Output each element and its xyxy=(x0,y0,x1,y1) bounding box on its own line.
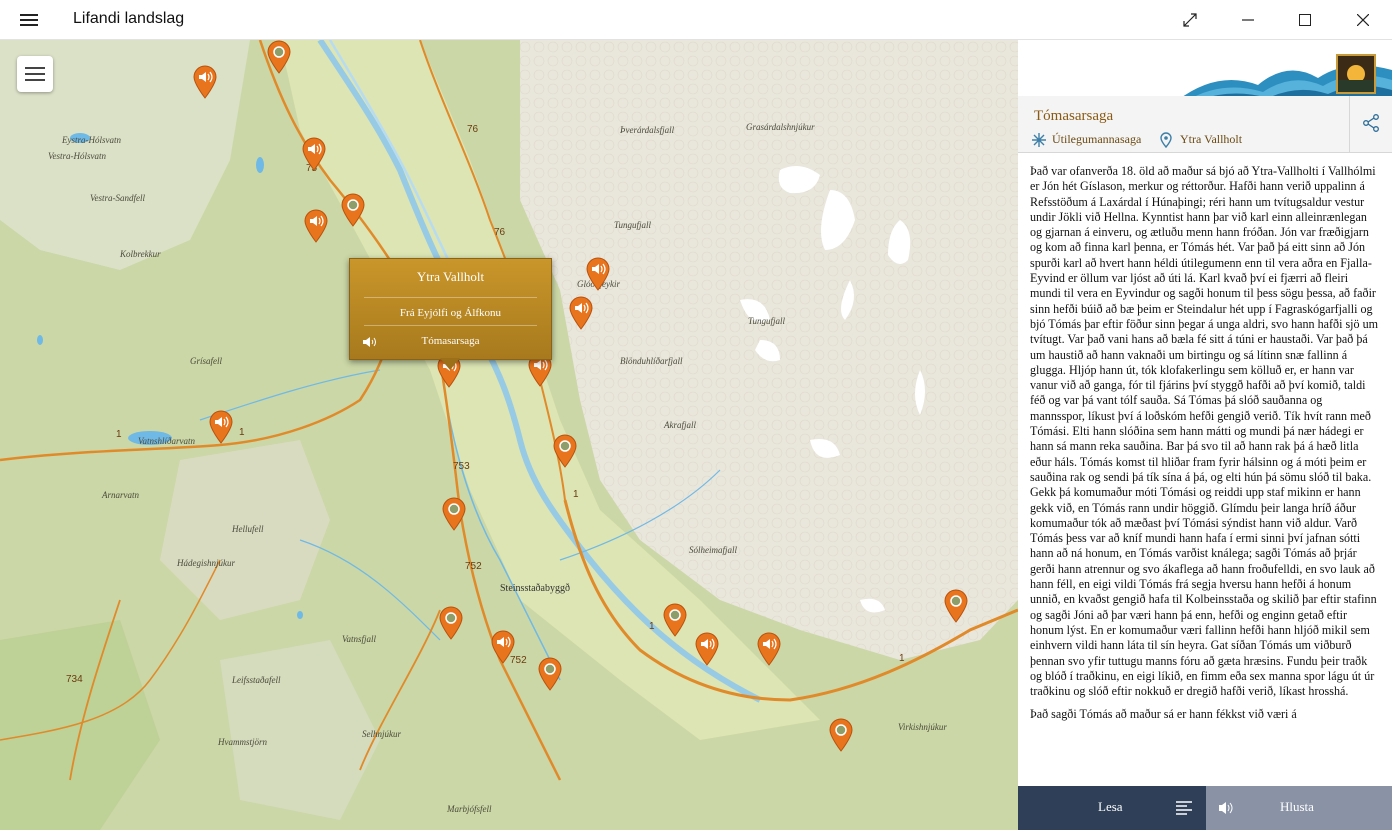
fullscreen-button[interactable] xyxy=(1161,0,1219,40)
road-number: 752 xyxy=(465,561,482,572)
title-bar: Lifandi landslag xyxy=(0,0,1392,40)
map-label-place: Hvammstjörn xyxy=(218,737,267,747)
map-label-place: Arnarvatn xyxy=(102,490,139,500)
read-button[interactable]: Lesa xyxy=(1018,786,1206,830)
map-label-place: Eystra-Hólsvatn xyxy=(62,135,121,145)
expand-icon xyxy=(1183,13,1197,27)
map-label-place: Marbjófsfell xyxy=(447,804,492,814)
audio-marker-icon[interactable] xyxy=(586,257,610,291)
place-popup: Ytra Vallholt Frá Eyjólfi og Álfkonu Tóm… xyxy=(349,258,552,370)
app-logo xyxy=(1336,54,1376,94)
map-view[interactable]: Eystra-Hólsvatn Vestra-Hólsvatn Vestra-S… xyxy=(0,40,1018,830)
location-marker-icon[interactable] xyxy=(442,497,466,531)
map-label-place: Leifsstaðafell xyxy=(232,675,281,685)
location-marker-icon[interactable] xyxy=(663,603,687,637)
map-label-place: Vestra-Hólsvatn xyxy=(48,151,106,161)
story-title: Tómasarsaga xyxy=(1034,108,1114,124)
location-marker-icon[interactable] xyxy=(829,718,853,752)
location-marker-icon[interactable] xyxy=(341,193,365,227)
popup-story-link[interactable]: Frá Eyjólfi og Álfkonu xyxy=(350,307,551,319)
map-pin-icon xyxy=(1160,132,1172,148)
road-number: 1 xyxy=(649,621,655,632)
story-panel: Tómasarsaga Útilegumannasaga Ytra Vallho… xyxy=(1018,40,1392,830)
map-label-place: Hádegishnjúkur xyxy=(177,558,235,568)
listen-label: Hlusta xyxy=(1280,799,1314,814)
road-number: 734 xyxy=(66,674,83,685)
audio-marker-icon[interactable] xyxy=(491,630,515,664)
maximize-icon xyxy=(1299,14,1311,26)
road-number: 1 xyxy=(899,653,905,664)
location-marker-icon[interactable] xyxy=(267,40,291,74)
app-menu-icon[interactable] xyxy=(20,11,38,29)
map-label-place: Selhnjúkur xyxy=(362,729,401,739)
road-number: 76 xyxy=(494,227,506,238)
map-label-place: Sólheimafjall xyxy=(689,545,737,555)
story-paragraph: Það var ofanverða 18. öld að maður sá bj… xyxy=(1030,164,1379,699)
road-number: 76 xyxy=(467,124,479,135)
bottom-bar: Lesa Hlusta xyxy=(1018,786,1392,830)
map-label-place: Virkishnjúkur xyxy=(898,722,947,732)
map-label-place: Hellufell xyxy=(232,524,264,534)
map-label-place: Grasárdalshnjúkur xyxy=(746,122,815,132)
speaker-icon xyxy=(1219,802,1233,814)
map-terrain xyxy=(0,40,1018,830)
road-number: 1 xyxy=(239,427,245,438)
location-marker-icon[interactable] xyxy=(538,657,562,691)
story-header: Tómasarsaga Útilegumannasaga Ytra Vallho… xyxy=(1018,96,1392,153)
map-label-town: Steinsstaðabyggð xyxy=(500,583,570,594)
road-number: 1 xyxy=(116,429,122,440)
road-number: 753 xyxy=(453,461,470,472)
location-marker-icon[interactable] xyxy=(439,606,463,640)
map-label-place: Vatnshlíðarvatn xyxy=(138,436,196,446)
text-lines-icon xyxy=(1176,801,1192,815)
audio-marker-icon[interactable] xyxy=(304,209,328,243)
map-label-place: Grísafell xyxy=(190,356,223,366)
maximize-button[interactable] xyxy=(1276,0,1334,40)
map-label-place: Vestra-Sandfell xyxy=(90,193,145,203)
audio-marker-icon[interactable] xyxy=(302,137,326,171)
location-marker-icon[interactable] xyxy=(944,589,968,623)
map-label-place: Akrafjall xyxy=(664,420,696,430)
audio-marker-icon[interactable] xyxy=(569,296,593,330)
minimize-icon xyxy=(1242,19,1254,21)
map-label-place: Tungufjall xyxy=(748,316,786,326)
map-label-place: Tungufjall xyxy=(614,220,652,230)
map-menu-button[interactable] xyxy=(17,56,53,92)
close-icon xyxy=(1357,14,1369,26)
story-text[interactable]: Það var ofanverða 18. öld að maður sá bj… xyxy=(1030,164,1380,776)
location-marker-icon[interactable] xyxy=(553,434,577,468)
audio-marker-icon[interactable] xyxy=(193,65,217,99)
category-tag[interactable]: Útilegumannasaga xyxy=(1052,132,1141,147)
map-label-place: Þverárdalsfjall xyxy=(620,125,675,135)
listen-button[interactable]: Hlusta xyxy=(1206,786,1392,830)
audio-marker-icon[interactable] xyxy=(209,410,233,444)
popup-title: Ytra Vallholt xyxy=(416,269,485,284)
snowflake-icon xyxy=(1032,133,1046,147)
close-button[interactable] xyxy=(1334,0,1392,40)
map-label-place: Vatnsfjall xyxy=(342,634,377,644)
story-paragraph: Það sagði Tómás að maður sá er hann fékk… xyxy=(1030,707,1297,722)
audio-marker-icon[interactable] xyxy=(757,632,781,666)
share-icon xyxy=(1363,114,1379,132)
map-label-place: Kolbrekkur xyxy=(120,249,161,259)
map-label-place: Blönduhlíðarfjall xyxy=(620,356,683,366)
share-button[interactable] xyxy=(1349,96,1392,152)
read-label: Lesa xyxy=(1098,799,1123,814)
audio-marker-icon[interactable] xyxy=(695,632,719,666)
popup-audio-story-link[interactable]: Tómasarsaga xyxy=(350,335,551,347)
window-title: Lifandi landslag xyxy=(73,10,185,27)
location-tag[interactable]: Ytra Vallholt xyxy=(1180,132,1242,147)
minimize-button[interactable] xyxy=(1219,0,1277,40)
road-number: 1 xyxy=(573,489,579,500)
